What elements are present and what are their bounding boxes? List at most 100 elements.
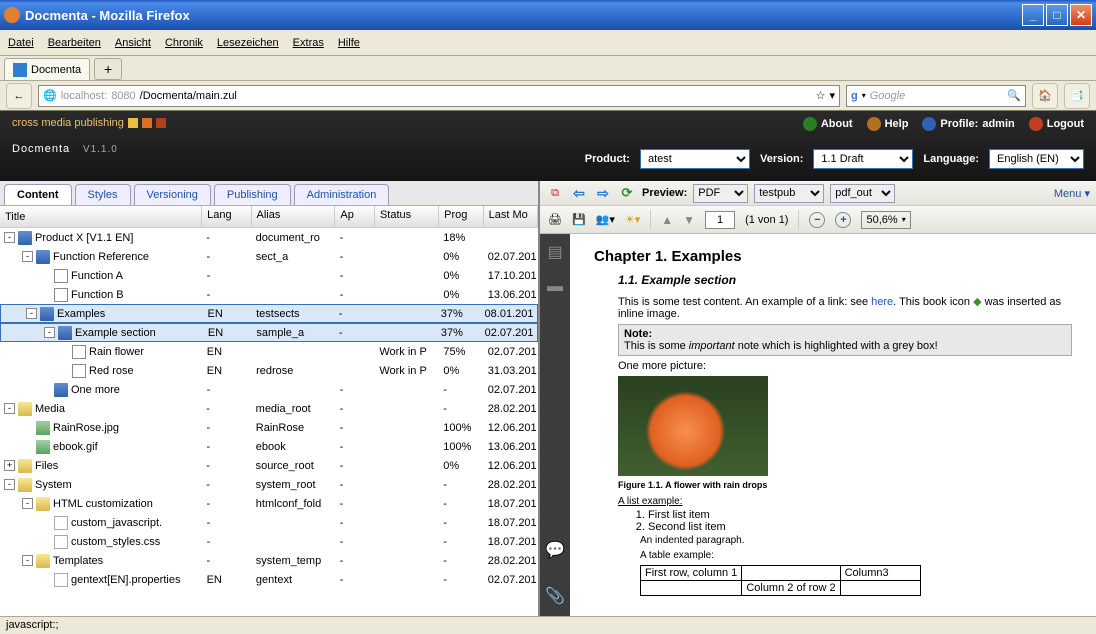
tree-row[interactable]: Rain flowerENWork in P75%02.07.201 <box>0 342 538 361</box>
browser-menu-item[interactable]: Extras <box>293 37 324 49</box>
product-select[interactable]: atest <box>640 149 750 169</box>
grid-body[interactable]: -Product X [V1.1 EN]-document_ro-18%-Fun… <box>0 228 538 616</box>
logout-link[interactable]: Logout <box>1029 117 1084 131</box>
browser-menu-item[interactable]: Lesezeichen <box>217 37 279 49</box>
preview-pub-select[interactable]: testpub <box>754 184 824 203</box>
zoom-select[interactable]: 50,6% ▾ <box>861 211 910 229</box>
expand-icon[interactable]: - <box>4 403 15 414</box>
tree-row[interactable]: One more---02.07.201 <box>0 380 538 399</box>
cell-last: 02.07.201 <box>484 251 538 263</box>
home-button[interactable]: 🏠 <box>1032 83 1058 109</box>
expand-icon[interactable]: - <box>44 327 55 338</box>
new-tab-button[interactable]: + <box>94 58 122 80</box>
menu-link[interactable]: Menu ▾ <box>1054 187 1090 200</box>
preview-format-select[interactable]: PDF <box>693 184 748 203</box>
expand-icon[interactable]: - <box>26 308 37 319</box>
tree-row[interactable]: -System-system_root--28.02.201 <box>0 475 538 494</box>
attach-icon[interactable]: 📎 <box>545 586 565 606</box>
cell-lang: - <box>203 270 252 282</box>
minimize-button[interactable]: _ <box>1022 4 1044 26</box>
tree-row[interactable]: -Media-media_root--28.02.201 <box>0 399 538 418</box>
highlight-icon[interactable]: ☀▾ <box>625 213 640 226</box>
browser-tab[interactable]: Docmenta <box>4 58 90 80</box>
cell-prog: 0% <box>439 270 483 282</box>
zoom-in-button[interactable]: + <box>835 212 851 228</box>
refresh-button[interactable]: ⟳ <box>618 184 636 202</box>
star-icon[interactable]: ☆ <box>816 89 826 102</box>
back-button[interactable]: ← <box>6 83 32 109</box>
comments-icon[interactable]: 💬 <box>545 540 565 560</box>
tab-administration[interactable]: Administration <box>294 184 390 205</box>
link[interactable]: here <box>871 296 893 308</box>
tab-versioning[interactable]: Versioning <box>134 184 211 205</box>
tree-row[interactable]: -Templates-system_temp--28.02.201 <box>0 551 538 570</box>
tree-row[interactable]: RainRose.jpg-RainRose-100%12.06.201 <box>0 418 538 437</box>
tab-content[interactable]: Content <box>4 184 72 205</box>
maximize-button[interactable]: □ <box>1046 4 1068 26</box>
page-down-icon[interactable]: ▼ <box>683 213 695 227</box>
url-field[interactable]: 🌐 localhost:8080/Docmenta/main.zul ☆ ▾ <box>38 85 840 107</box>
tab-publishing[interactable]: Publishing <box>214 184 291 205</box>
dropdown-icon[interactable]: ▾ <box>862 91 866 100</box>
tree-row[interactable]: Red roseENredroseWork in P0%31.03.201 <box>0 361 538 380</box>
version-select[interactable]: 1.1 Draft <box>813 149 913 169</box>
tree-row[interactable]: -Example sectionENsample_a-37%02.07.201 <box>0 323 538 342</box>
search-box[interactable]: g▾ Google 🔍 <box>846 85 1026 107</box>
tree-row[interactable]: ebook.gif-ebook-100%13.06.201 <box>0 437 538 456</box>
page-up-icon[interactable]: ▲ <box>661 213 673 227</box>
folder-icon <box>18 402 32 416</box>
share-icon[interactable]: 👥▾ <box>596 213 615 226</box>
pdf-page[interactable]: Chapter 1. Examples 1.1. Example section… <box>570 234 1096 616</box>
zoom-out-button[interactable]: − <box>809 212 825 228</box>
expand-icon[interactable]: - <box>22 251 33 262</box>
column-header[interactable]: Title <box>0 206 202 227</box>
column-header[interactable]: Last Mo <box>484 206 538 227</box>
browser-menu-item[interactable]: Chronik <box>165 37 203 49</box>
print-icon[interactable]: 🖨 <box>548 213 562 226</box>
prev-button[interactable]: ⇦ <box>570 184 588 202</box>
expand-icon[interactable]: - <box>22 555 33 566</box>
column-header[interactable]: Status <box>375 206 439 227</box>
pdf-icon[interactable]: ⧉ <box>546 184 564 202</box>
expand-icon[interactable]: - <box>4 232 15 243</box>
browser-menu-item[interactable]: Datei <box>8 37 34 49</box>
browser-menu-item[interactable]: Bearbeiten <box>48 37 101 49</box>
cell-prog: 75% <box>439 346 483 358</box>
profile-link[interactable]: Profile: admin <box>922 117 1014 131</box>
bookmarks-icon[interactable]: ▬ <box>547 278 563 296</box>
thumbnails-icon[interactable]: ▤ <box>547 242 562 262</box>
tree-row[interactable]: -ExamplesENtestsects-37%08.01.201 <box>0 304 538 323</box>
tab-styles[interactable]: Styles <box>75 184 131 205</box>
tree-row[interactable]: custom_styles.css---18.07.201 <box>0 532 538 551</box>
next-button[interactable]: ⇨ <box>594 184 612 202</box>
tree-row[interactable]: -HTML customization-htmlconf_fold--18.07… <box>0 494 538 513</box>
bookmarks-button[interactable]: 📑 <box>1064 83 1090 109</box>
cell-alias: testsects <box>252 308 335 320</box>
tree-row[interactable]: Function B--0%13.06.201 <box>0 285 538 304</box>
dropdown-icon[interactable]: ▾ <box>829 89 835 102</box>
help-link[interactable]: Help <box>867 117 909 131</box>
expand-icon[interactable]: - <box>22 498 33 509</box>
tree-row[interactable]: -Function Reference-sect_a-0%02.07.201 <box>0 247 538 266</box>
browser-menu-item[interactable]: Hilfe <box>338 37 360 49</box>
column-header[interactable]: Alias <box>252 206 336 227</box>
browser-menu-item[interactable]: Ansicht <box>115 37 151 49</box>
save-icon[interactable]: 💾 <box>572 213 586 226</box>
cell-ap: - <box>336 460 376 472</box>
page-number-input[interactable] <box>705 211 735 229</box>
language-select[interactable]: English (EN) <box>989 149 1084 169</box>
tree-row[interactable]: -Product X [V1.1 EN]-document_ro-18% <box>0 228 538 247</box>
tree-row[interactable]: gentext[EN].propertiesENgentext--02.07.2… <box>0 570 538 589</box>
about-link[interactable]: About <box>803 117 853 131</box>
search-icon[interactable]: 🔍 <box>1007 89 1021 102</box>
tree-row[interactable]: custom_javascript.---18.07.201 <box>0 513 538 532</box>
tree-row[interactable]: Function A--0%17.10.201 <box>0 266 538 285</box>
tree-row[interactable]: +Files-source_root-0%12.06.201 <box>0 456 538 475</box>
close-button[interactable]: ✕ <box>1070 4 1092 26</box>
column-header[interactable]: Ap <box>335 206 375 227</box>
preview-out-select[interactable]: pdf_out <box>830 184 895 203</box>
column-header[interactable]: Lang <box>202 206 251 227</box>
expand-icon[interactable]: + <box>4 460 15 471</box>
expand-icon[interactable]: - <box>4 479 15 490</box>
column-header[interactable]: Prog <box>439 206 483 227</box>
